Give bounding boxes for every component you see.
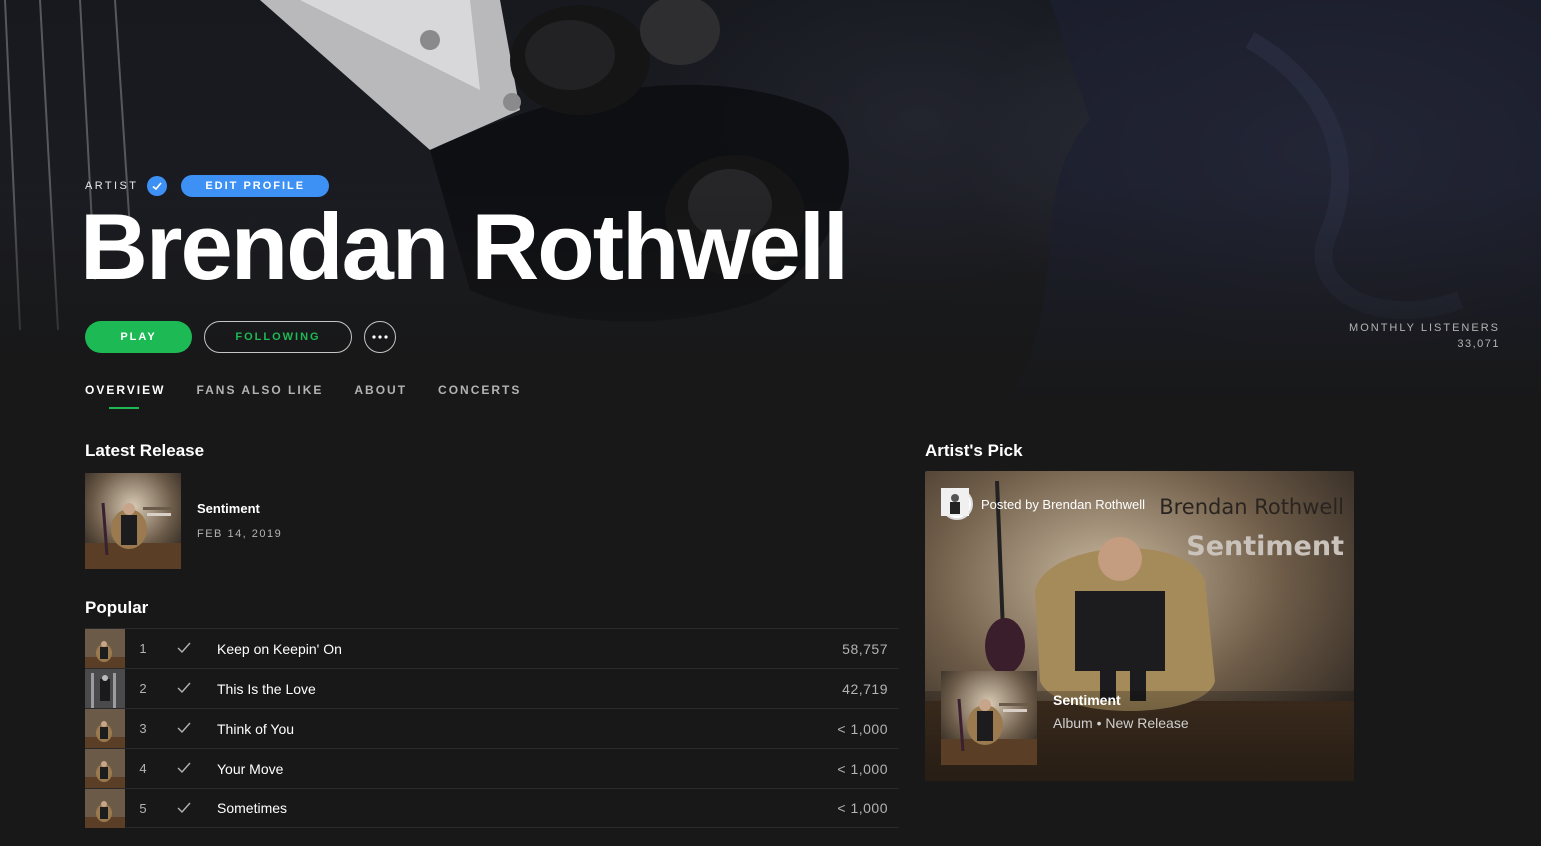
track-number: 3 (139, 721, 147, 736)
track-thumbnail (85, 788, 125, 828)
track-thumbnail (85, 629, 125, 668)
track-play-count: 42,719 (842, 680, 888, 697)
artist-name-heading: Brendan Rothwell (80, 194, 849, 299)
track-number: 5 (139, 800, 147, 816)
track-play-count: < 1,000 (837, 800, 888, 816)
track-play-count: 58,757 (842, 640, 888, 657)
artists-pick-card[interactable]: Posted by Brendan Rothwell Brendan Rothw… (925, 471, 1354, 781)
following-button[interactable]: FOLLOWING (204, 321, 352, 353)
check-icon[interactable] (176, 761, 192, 775)
posted-by: Posted by Brendan Rothwell (941, 488, 1145, 520)
tab-overview[interactable]: OVERVIEW (85, 383, 165, 409)
monthly-listeners: MONTHLY LISTENERS 33,071 (1349, 322, 1500, 350)
artist-type-label: ARTIST (85, 180, 139, 192)
popular-title: Popular (85, 598, 149, 617)
track-row[interactable]: 3 Think of You < 1,000 (85, 708, 899, 748)
check-icon[interactable] (176, 681, 192, 695)
track-number: 1 (139, 641, 147, 656)
track-play-count: < 1,000 (837, 760, 888, 777)
track-title: Keep on Keepin' On (217, 640, 342, 657)
artist-tabs: OVERVIEW FANS ALSO LIKE ABOUT CONCERTS (85, 383, 552, 409)
cover-artist-text: Brendan Rothwell (1159, 495, 1344, 519)
popular-tracks-list: 1 Keep on Keepin' On 58,757 2 This Is th… (85, 628, 899, 828)
latest-release-name[interactable]: Sentiment (197, 501, 260, 516)
track-row[interactable]: 2 This Is the Love 42,719 (85, 668, 899, 708)
pick-album-subtitle: Album • New Release (1053, 715, 1189, 731)
track-row[interactable]: 4 Your Move < 1,000 (85, 748, 899, 788)
track-title: Sometimes (217, 800, 288, 816)
track-row[interactable]: 1 Keep on Keepin' On 58,757 (85, 628, 899, 668)
track-title: This Is the Love (217, 680, 316, 697)
latest-release-title: Latest Release (85, 441, 205, 460)
track-thumbnail (85, 669, 125, 708)
pick-album-title[interactable]: Sentiment (1053, 692, 1121, 708)
posted-by-text: Posted by Brendan Rothwell (981, 496, 1146, 512)
monthly-listeners-label: MONTHLY LISTENERS (1349, 322, 1500, 334)
track-thumbnail (85, 749, 125, 788)
cover-album-text: Sentiment (1186, 531, 1344, 562)
track-title: Think of You (217, 720, 295, 737)
artist-avatar[interactable] (941, 488, 973, 520)
play-button[interactable]: PLAY (85, 321, 192, 353)
tab-concerts[interactable]: CONCERTS (438, 383, 521, 397)
check-icon[interactable] (176, 641, 192, 655)
check-icon[interactable] (176, 801, 192, 815)
more-options-button[interactable] (364, 321, 396, 353)
verified-check-icon (147, 176, 168, 196)
monthly-listeners-value: 33,071 (1457, 338, 1500, 350)
track-thumbnail (85, 709, 125, 748)
artists-pick-title: Artist's Pick (925, 441, 1023, 460)
track-play-count: < 1,000 (837, 720, 888, 737)
track-row[interactable]: 5 Sometimes < 1,000 (85, 788, 899, 828)
artist-header: ARTIST EDIT PROFILE Brendan Rothwell PLA… (0, 0, 1541, 410)
tab-about[interactable]: ABOUT (354, 383, 407, 397)
latest-release-cover[interactable] (85, 473, 181, 569)
check-icon[interactable] (176, 721, 192, 735)
ellipsis-icon (372, 335, 388, 339)
latest-release-date: FEB 14, 2019 (197, 528, 283, 540)
track-number: 4 (139, 761, 147, 776)
track-number: 2 (139, 681, 147, 696)
pick-album-thumbnail[interactable] (941, 671, 1037, 765)
track-title: Your Move (217, 760, 284, 777)
tab-fans-also-like[interactable]: FANS ALSO LIKE (196, 383, 323, 397)
artist-actions: PLAY FOLLOWING (85, 321, 396, 353)
